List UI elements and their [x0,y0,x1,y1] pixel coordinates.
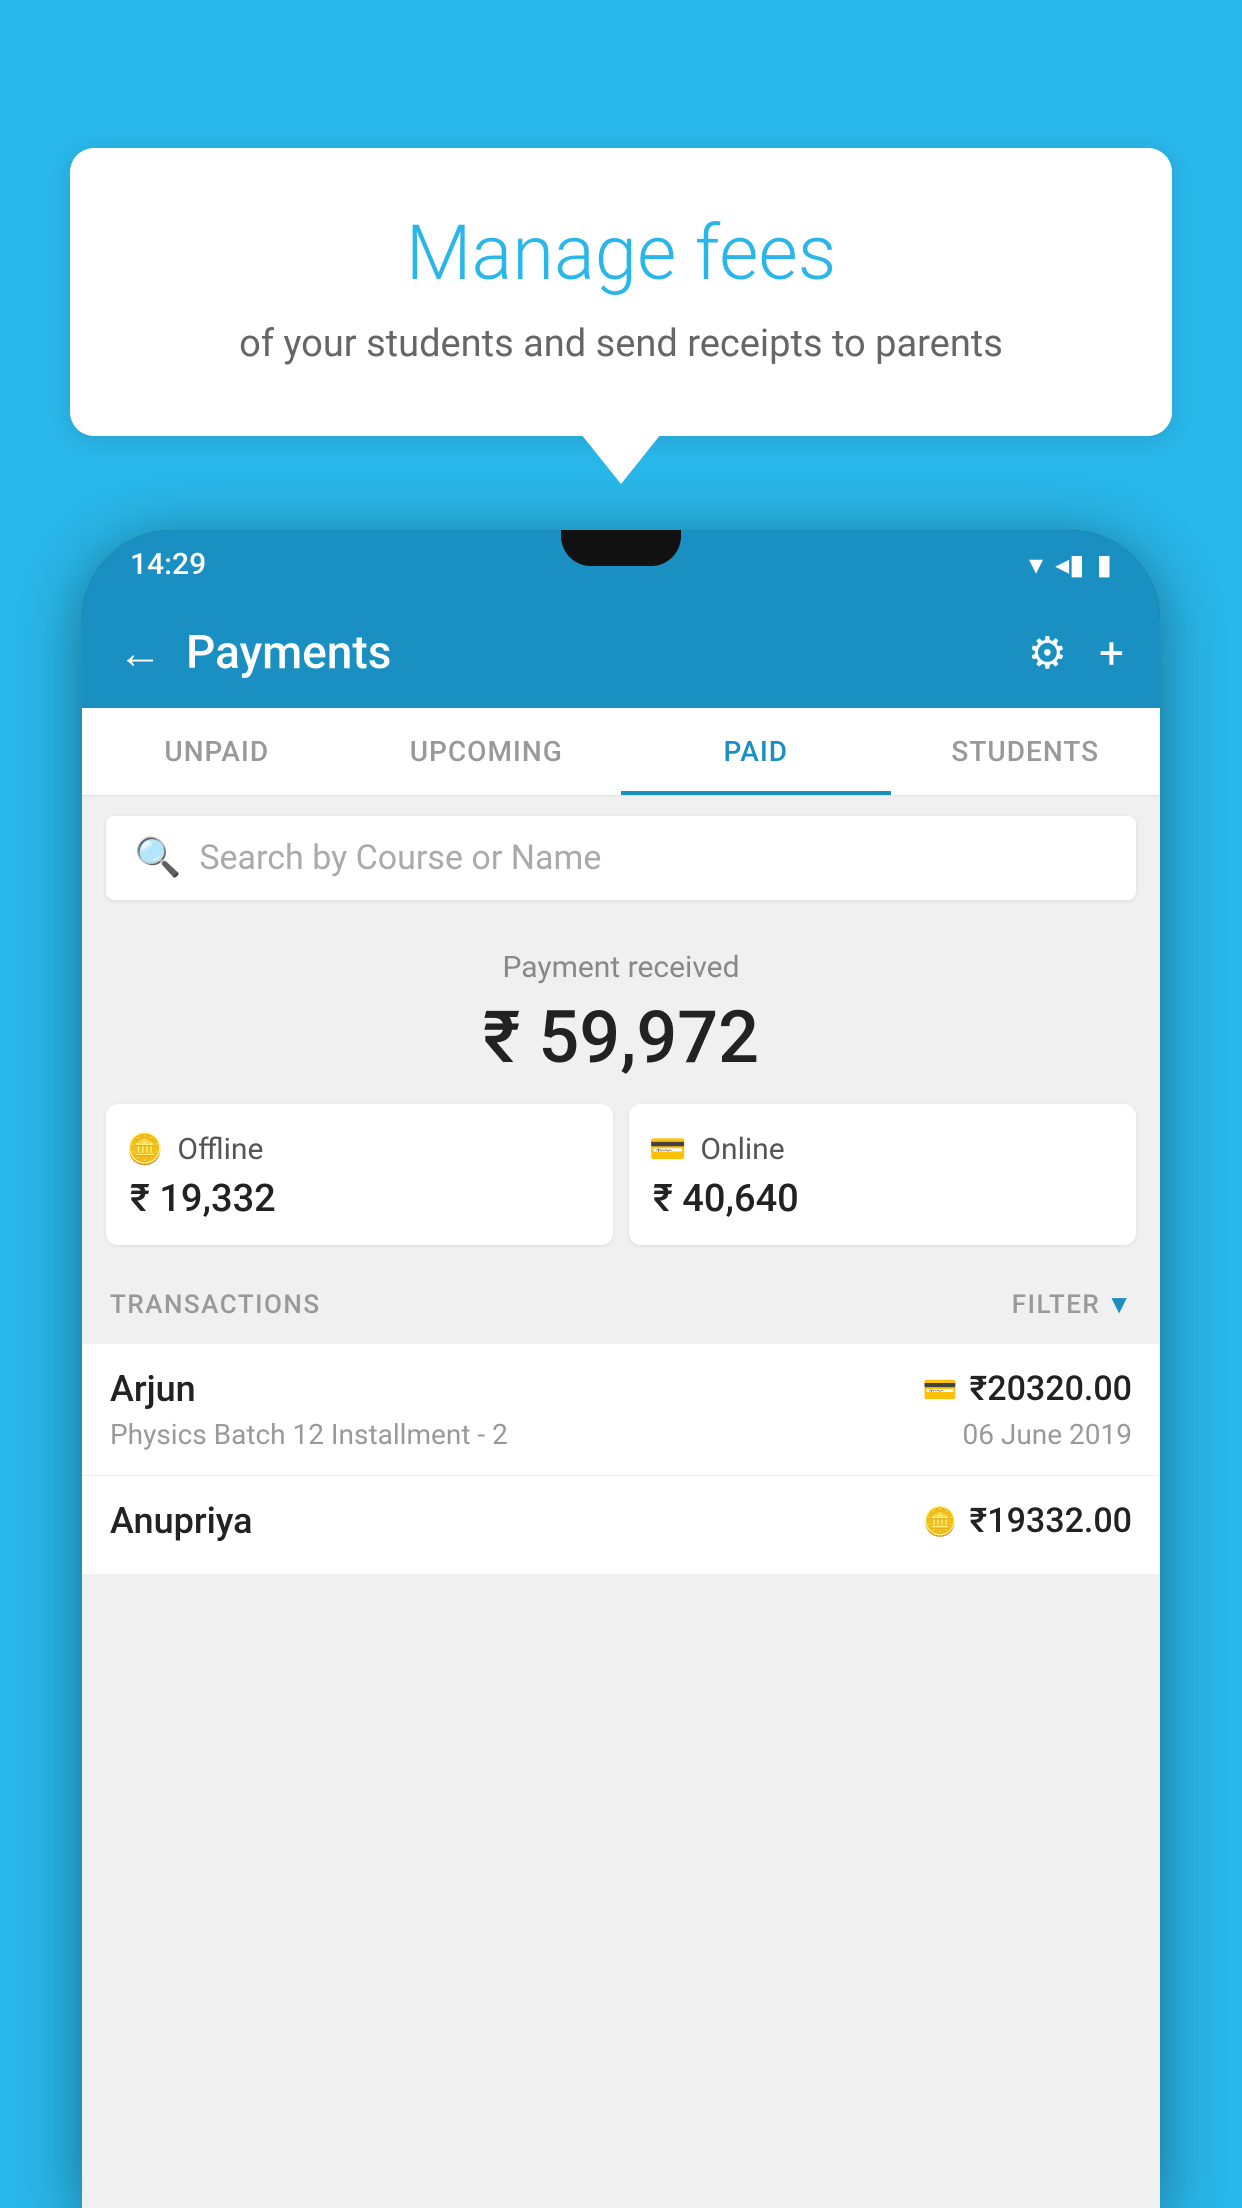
online-amount: ₹ 40,640 [649,1177,1116,1221]
filter-icon: ▼ [1106,1289,1132,1320]
table-row[interactable]: Arjun 💳 ₹20320.00 Physics Batch 12 Insta… [82,1344,1160,1476]
offline-label: Offline [177,1132,263,1167]
tabs: UNPAID UPCOMING PAID STUDENTS [82,708,1160,796]
battery-icon: ▮ [1097,548,1112,581]
payment-total: ₹ 59,972 [106,995,1136,1080]
tab-unpaid[interactable]: UNPAID [82,708,352,795]
offline-payment-card: 🪙 Offline ₹ 19,332 [106,1104,613,1245]
online-label: Online [700,1132,784,1167]
transaction-name: Arjun [110,1368,196,1410]
tab-upcoming[interactable]: UPCOMING [352,708,622,795]
speech-bubble: Manage fees of your students and send re… [70,148,1172,436]
wifi-icon: ▾ [1029,548,1043,581]
back-button[interactable]: ← [118,627,162,679]
online-payment-icon: 💳 [923,1373,958,1406]
transaction-date: 06 June 2019 [962,1418,1132,1451]
payment-cards: 🪙 Offline ₹ 19,332 💳 Online ₹ 40,640 [106,1104,1136,1245]
transaction-amount: ₹20320.00 [970,1369,1132,1409]
search-bar-wrap: 🔍 Search by Course or Name [82,796,1160,920]
bubble-title: Manage fees [120,208,1122,298]
search-icon: 🔍 [134,836,181,880]
app-bar-left: ← Payments [118,626,391,680]
tab-students[interactable]: STUDENTS [891,708,1161,795]
filter-section[interactable]: FILTER ▼ [1012,1289,1132,1320]
app-bar: ← Payments ⚙ + [82,598,1160,708]
settings-icon[interactable]: ⚙ [1028,627,1067,679]
signal-icon: ◂▮ [1055,548,1084,581]
online-icon: 💳 [649,1132,686,1167]
search-placeholder: Search by Course or Name [199,838,601,878]
payment-label: Payment received [106,950,1136,985]
transaction-amount: ₹19332.00 [970,1501,1132,1541]
online-payment-card: 💳 Online ₹ 40,640 [629,1104,1136,1245]
add-button[interactable]: + [1099,627,1124,679]
search-bar[interactable]: 🔍 Search by Course or Name [106,816,1136,900]
transaction-name: Anupriya [110,1500,253,1542]
status-time: 14:29 [130,547,206,582]
bubble-subtitle: of your students and send receipts to pa… [120,322,1122,366]
app-bar-right: ⚙ + [1028,627,1124,679]
phone-frame: 14:29 ▾ ◂▮ ▮ ← Payments ⚙ + UNPAID UPCOM… [82,530,1160,2208]
tab-paid[interactable]: PAID [621,708,891,795]
transactions-label: TRANSACTIONS [110,1290,321,1320]
filter-label: FILTER [1012,1290,1100,1320]
app-bar-title: Payments [186,626,391,680]
transaction-desc: Physics Batch 12 Installment - 2 [110,1418,508,1451]
notch [561,530,681,566]
offline-payment-icon: 🪙 [923,1505,958,1538]
offline-icon: 🪙 [126,1132,163,1167]
payment-section: Payment received ₹ 59,972 🪙 Offline ₹ 19… [82,920,1160,1265]
transactions-header: TRANSACTIONS FILTER ▼ [82,1265,1160,1344]
table-row[interactable]: Anupriya 🪙 ₹19332.00 [82,1476,1160,1575]
status-bar: 14:29 ▾ ◂▮ ▮ [82,530,1160,598]
status-icons: ▾ ◂▮ ▮ [1029,548,1112,581]
phone-screen: UNPAID UPCOMING PAID STUDENTS 🔍 Search b… [82,708,1160,2208]
offline-amount: ₹ 19,332 [126,1177,593,1221]
